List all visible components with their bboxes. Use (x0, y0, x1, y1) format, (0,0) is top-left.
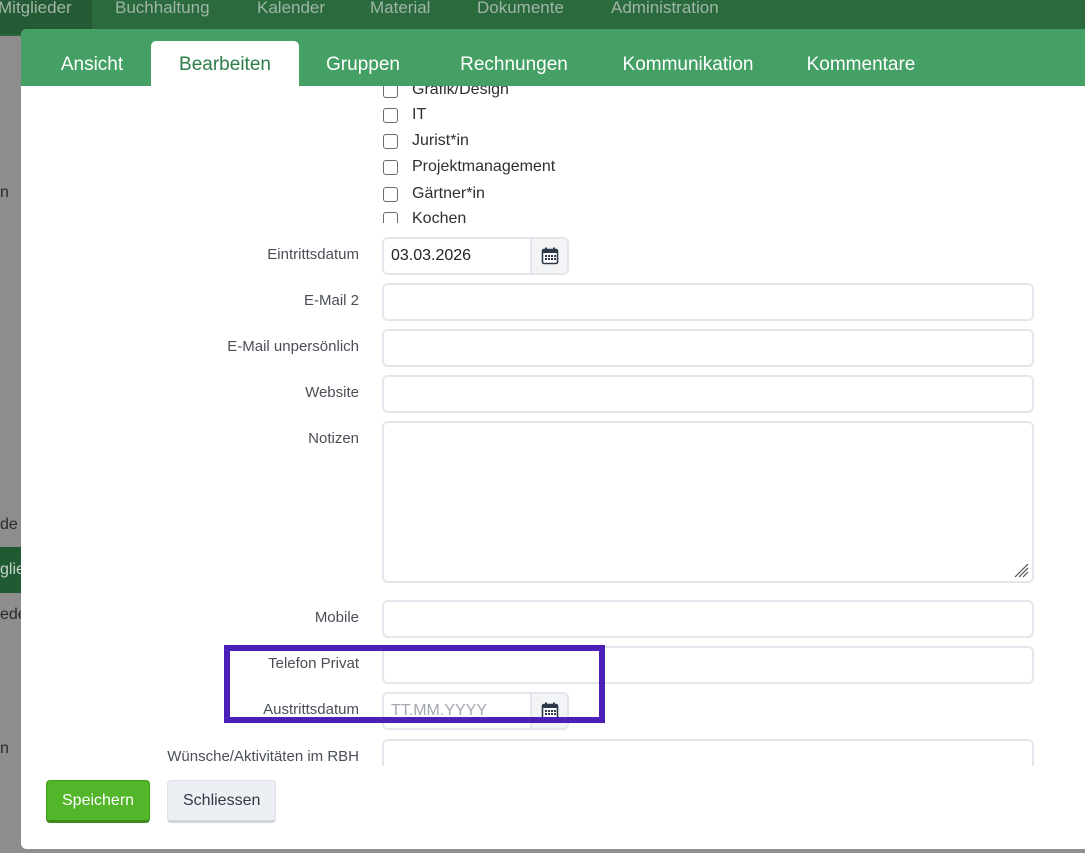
wuensche-label: Wünsche/Aktivitäten im RBH (167, 748, 359, 765)
background-text-fragment: de (0, 516, 18, 533)
email-unpersoenlich-input[interactable] (382, 329, 1034, 367)
wuensche-textarea[interactable] (382, 739, 1034, 766)
mobile-label: Mobile (314, 609, 359, 626)
notizen-textarea[interactable] (382, 421, 1034, 583)
close-button[interactable]: Schliessen (167, 780, 277, 823)
checkbox-label: Projektmanagement (412, 158, 556, 175)
email2-input[interactable] (382, 283, 1034, 321)
tab-kommunikation[interactable]: Kommunikation (603, 41, 773, 86)
nav-item-dokumente[interactable]: Dokumente (477, 0, 564, 18)
calendar-icon (541, 247, 558, 265)
checkbox-label: IT (412, 106, 427, 123)
modal-footer: Speichern Schliessen (21, 766, 1085, 849)
checkbox[interactable] (383, 159, 398, 175)
mobile-input[interactable] (382, 600, 1034, 638)
resize-grip-icon[interactable] (1013, 562, 1029, 578)
checkbox[interactable] (383, 107, 398, 123)
website-input[interactable] (382, 375, 1034, 413)
checkbox[interactable] (383, 86, 398, 98)
email2-label: E-Mail 2 (303, 292, 359, 309)
save-button[interactable]: Speichern (46, 780, 151, 823)
notizen-label: Notizen (308, 430, 359, 447)
modal-tab-bar: Ansicht Bearbeiten Gruppen Rechnungen Ko… (21, 29, 1085, 86)
nav-item-material[interactable]: Material (370, 0, 430, 18)
website-label: Website (305, 384, 359, 401)
background-text-fragment: n (0, 184, 9, 201)
email-unpersoenlich-label: E-Mail unpersönlich (227, 338, 359, 355)
checkbox-label: Grafik/Design (412, 86, 509, 98)
background-text-fragment: n (0, 740, 9, 757)
checkbox-row[interactable]: Grafik/Design (383, 86, 509, 101)
checkbox[interactable] (383, 133, 398, 149)
tab-gruppen[interactable]: Gruppen (309, 41, 417, 86)
nav-item-kalender[interactable]: Kalender (257, 0, 325, 18)
tab-ansicht[interactable]: Ansicht (42, 41, 142, 86)
tab-kommentare[interactable]: Kommentare (791, 41, 931, 86)
eintrittsdatum-input[interactable]: 03.03.2026 (384, 239, 530, 273)
checkbox-row[interactable]: IT (383, 104, 426, 126)
nav-item-administration[interactable]: Administration (611, 0, 719, 18)
tab-bearbeiten[interactable]: Bearbeiten (151, 41, 299, 86)
checkbox-row[interactable]: Jurist*in (383, 130, 469, 152)
nav-item-buchhaltung[interactable]: Buchhaltung (115, 0, 210, 18)
checkbox-row[interactable]: Projektmanagement (383, 156, 555, 178)
highlight-box (224, 645, 605, 723)
eintrittsdatum-label: Eintrittsdatum (267, 246, 359, 263)
tab-rechnungen[interactable]: Rechnungen (439, 41, 589, 86)
checkbox-label: Jurist*in (412, 132, 469, 149)
calendar-button[interactable] (530, 239, 567, 273)
eintrittsdatum-date-field[interactable]: 03.03.2026 (382, 237, 569, 275)
member-edit-modal: Ansicht Bearbeiten Gruppen Rechnungen Ko… (21, 29, 1085, 849)
